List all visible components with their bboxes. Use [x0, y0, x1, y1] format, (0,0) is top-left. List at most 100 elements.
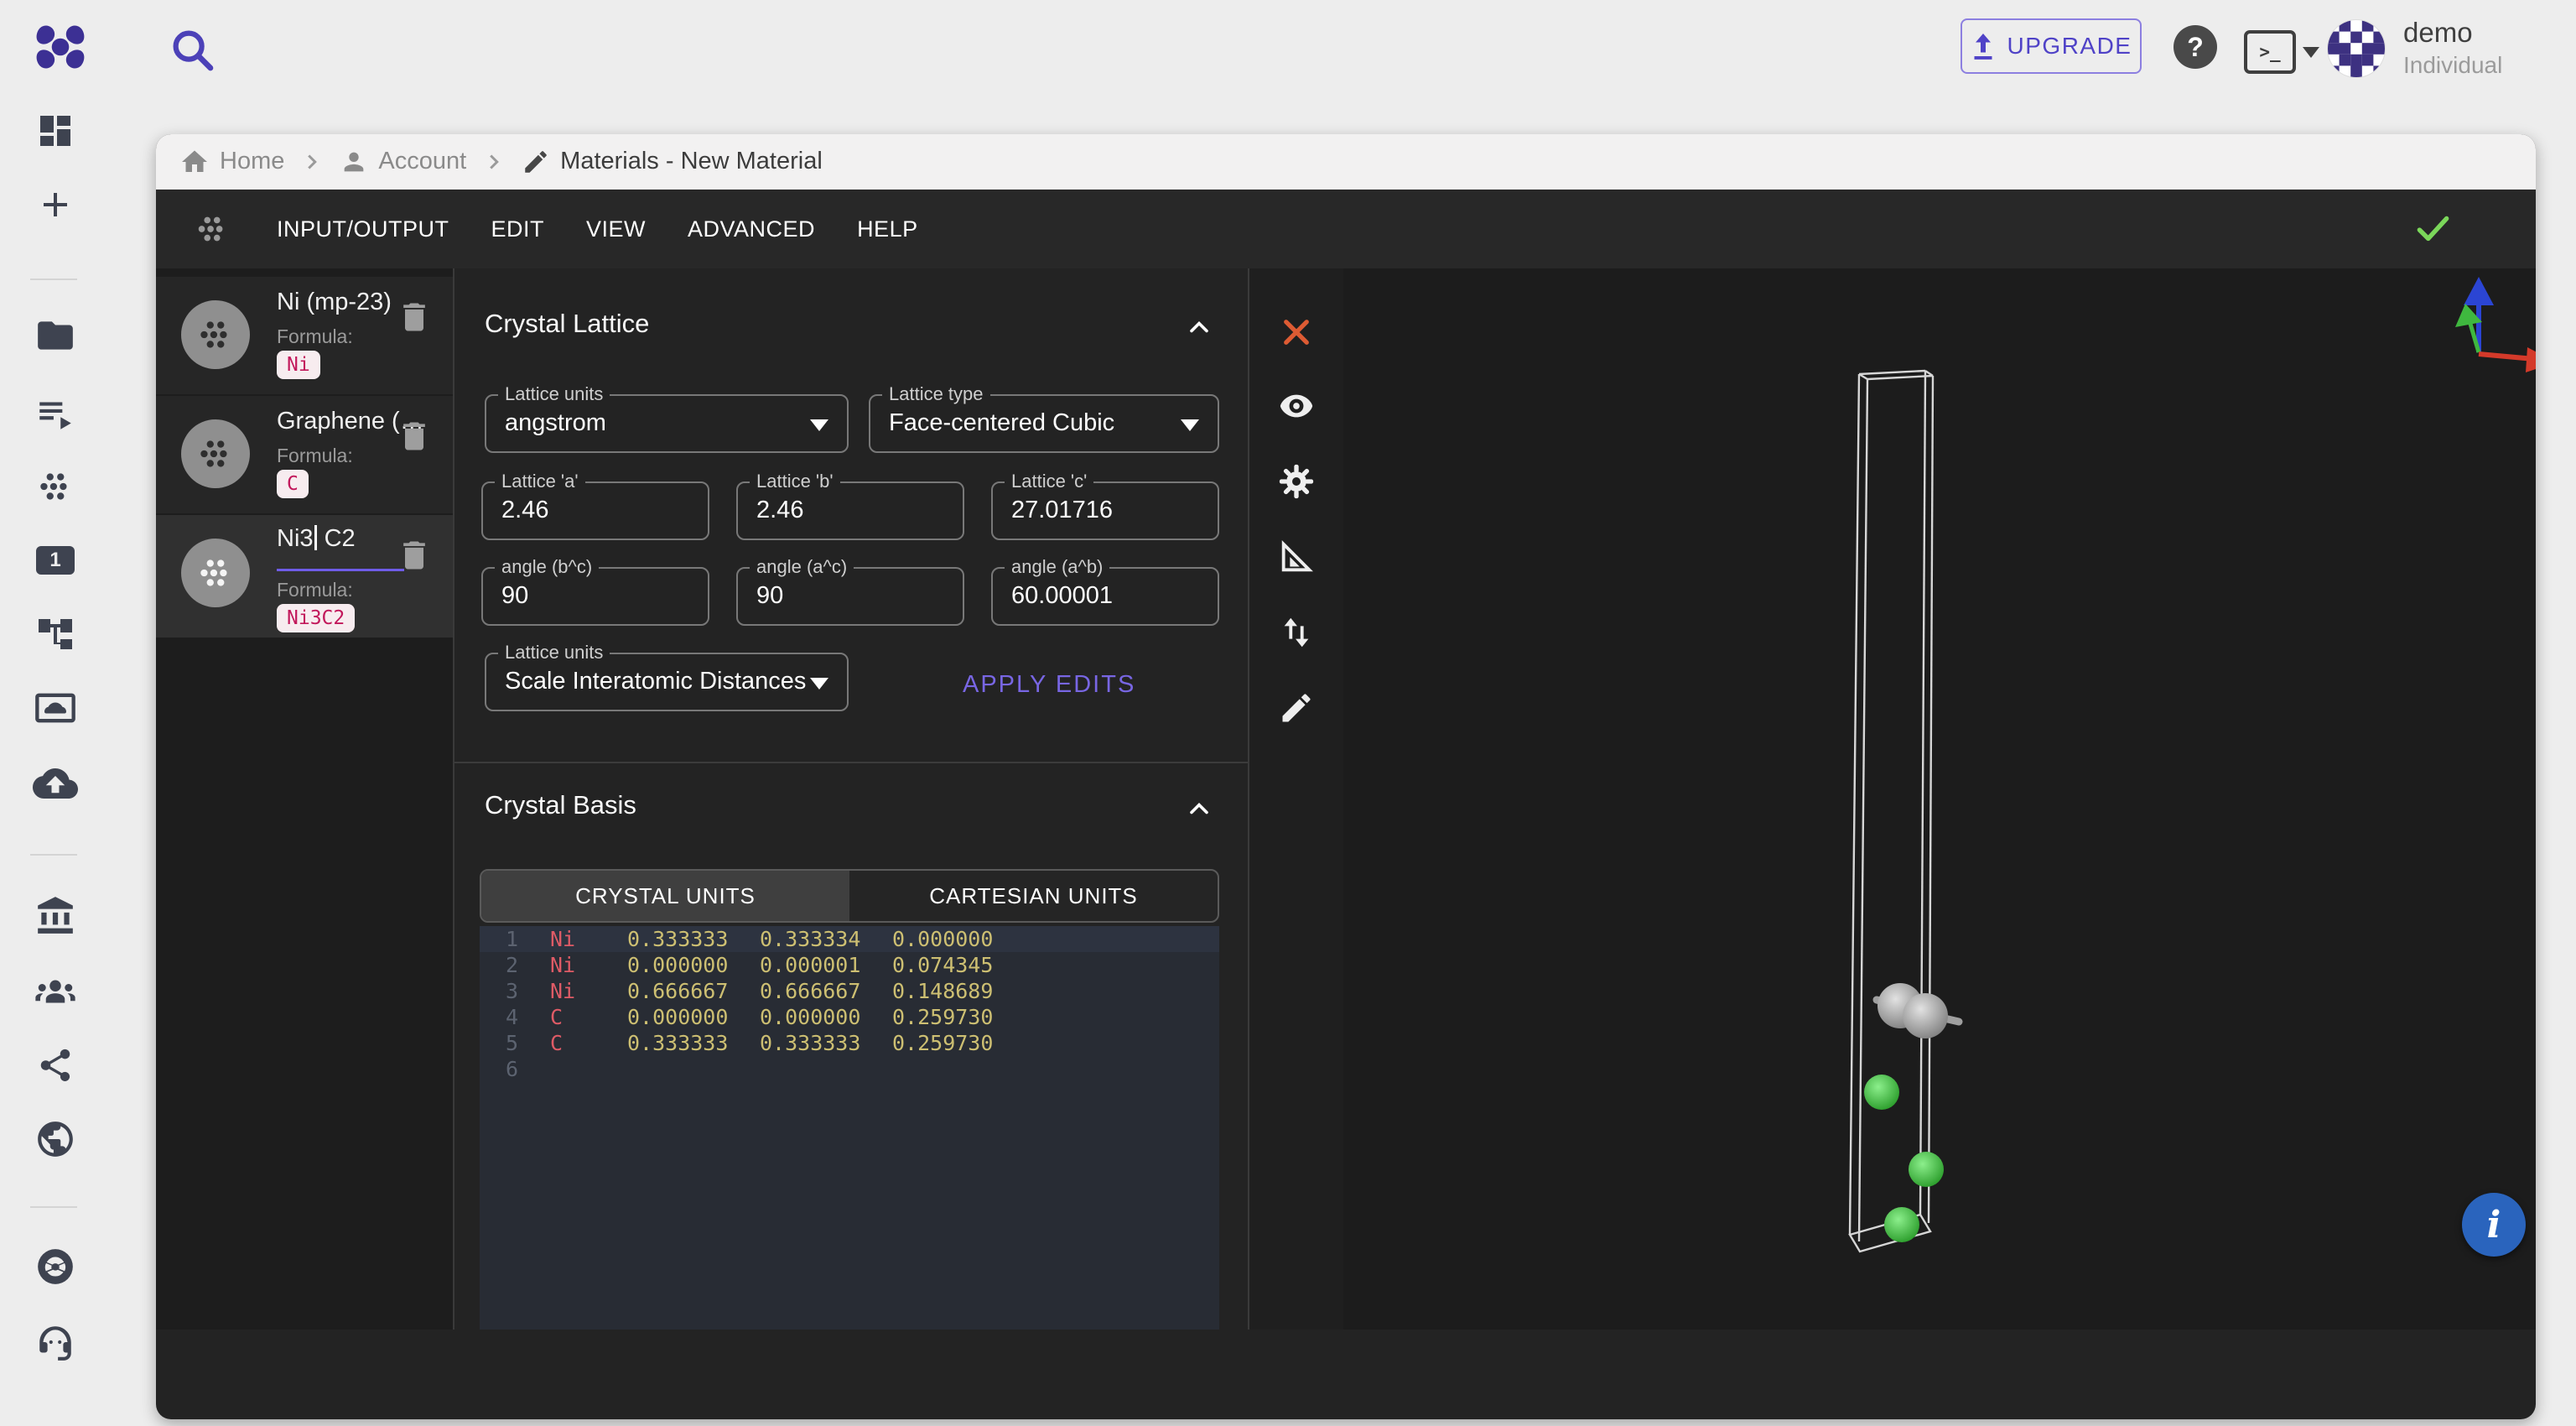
upgrade-button[interactable]: UPGRADE [1961, 18, 2142, 74]
material-formula-label: Formula: [277, 325, 353, 348]
card-one-icon: 1 [36, 546, 75, 575]
material-formula-badge: Ni [277, 351, 320, 379]
breadcrumb-home[interactable]: Home [179, 147, 284, 177]
code-line[interactable]: 4 C 0.000000 0.000000 0.259730 [480, 1004, 1219, 1030]
crystal-scene[interactable] [1249, 268, 2536, 1330]
chevron-right-icon [481, 149, 506, 174]
sidebar-item-new[interactable] [32, 181, 79, 228]
code-line[interactable]: 5 C 0.333333 0.333333 0.259730 [480, 1030, 1219, 1056]
chevron-right-icon [299, 149, 325, 174]
material-formula-badge: Ni3C2 [277, 604, 355, 632]
sidebar-item-dashboard[interactable] [32, 107, 79, 154]
code-line[interactable]: 2 Ni 0.000000 0.000001 0.074345 [480, 952, 1219, 978]
code-line[interactable]: 3 Ni 0.666667 0.666667 0.148689 [480, 978, 1219, 1004]
sidebar-item-contact-support[interactable] [32, 1319, 79, 1366]
bank-icon [34, 895, 76, 937]
delete-icon[interactable] [396, 299, 433, 336]
sidebar-item-jobs[interactable] [32, 389, 79, 436]
headset-icon [34, 1321, 76, 1363]
user-plan: Individual [2403, 52, 2502, 79]
identicon [2328, 20, 2385, 77]
breadcrumb-current: Materials - New Material [522, 148, 823, 176]
help-wheel-icon [34, 1246, 76, 1288]
atom-ni [1864, 1075, 1899, 1110]
help-button[interactable]: ? [2174, 25, 2217, 69]
sidebar-item-team[interactable] [32, 968, 79, 1015]
workflow-tree-icon [35, 614, 75, 654]
sidebar-item-bank[interactable]: 1 [32, 537, 79, 584]
material-name-input[interactable]: Ni3 C2 [277, 525, 356, 553]
text-cursor [314, 525, 317, 550]
angle-ab-input[interactable]: angle (a^b) 60.00001 [991, 567, 1219, 626]
chevron-down-icon [1181, 419, 1199, 431]
info-icon: i [2487, 1204, 2501, 1246]
console-menu-button[interactable]: >_ [2244, 30, 2319, 74]
atom-ni [1884, 1207, 1919, 1242]
menu-view[interactable]: VIEW [584, 210, 647, 249]
atom-c [1903, 993, 1948, 1038]
sidebar-item-web[interactable] [32, 1116, 79, 1163]
apply-edits-button[interactable]: APPLY EDITS [946, 661, 1152, 709]
sidebar-divider [30, 1206, 77, 1208]
delete-icon[interactable] [396, 537, 433, 574]
mat3ra-logo-icon[interactable] [30, 17, 91, 77]
search-icon[interactable] [166, 23, 218, 75]
menu-advanced[interactable]: ADVANCED [686, 210, 817, 249]
save-check-icon[interactable] [2412, 208, 2454, 250]
lattice-a-input[interactable]: Lattice 'a' 2.46 [481, 481, 709, 540]
three-d-viewer[interactable]: i [1249, 268, 2536, 1330]
sidebar-item-organization[interactable] [32, 893, 79, 939]
material-avatar [181, 300, 250, 369]
breadcrumb-home-label: Home [220, 148, 284, 175]
sidebar-item-cloud-upload[interactable] [32, 760, 79, 807]
material-avatar [181, 419, 250, 488]
code-line[interactable]: 1 Ni 0.333333 0.333334 0.000000 [480, 926, 1219, 952]
cell-wireframe [1850, 371, 1933, 1252]
menu-input-output[interactable]: INPUT/OUTPUT [275, 210, 451, 249]
code-line[interactable]: 6 [480, 1056, 1219, 1082]
user-avatar[interactable] [2328, 20, 2385, 77]
editor-card: Home Account Materials - New Material [156, 134, 2536, 1419]
designer-menubar: INPUT/OUTPUT EDIT VIEW ADVANCED HELP [156, 190, 2536, 268]
lattice-units-select[interactable]: Lattice units angstrom [485, 394, 849, 453]
tab-crystal-units[interactable]: CRYSTAL UNITS [481, 871, 849, 921]
chevron-down-icon [810, 678, 828, 690]
section-divider [454, 762, 1248, 763]
angle-ac-input[interactable]: angle (a^c) 90 [736, 567, 964, 626]
dashboard-icon [35, 111, 75, 151]
plus-icon [35, 185, 75, 225]
input-underline [277, 569, 404, 571]
material-item-ni[interactable]: Ni (mp-23) Formula: Ni [156, 277, 453, 394]
material-formula-badge: C [277, 470, 309, 498]
basis-code-editor[interactable]: 1 Ni 0.333333 0.333334 0.000000 2 Ni 0.0… [480, 926, 1219, 1330]
breadcrumb: Home Account Materials - New Material [156, 134, 2536, 190]
tab-cartesian-units[interactable]: CARTESIAN UNITS [849, 871, 1218, 921]
material-item-ni3c2[interactable]: Ni3 C2 Formula: Ni3C2 [156, 515, 453, 638]
scale-distances-select[interactable]: Lattice units Scale Interatomic Distance… [485, 653, 849, 711]
material-item-graphene[interactable]: Graphene (… Formula: C [156, 396, 453, 513]
breadcrumb-account[interactable]: Account [340, 148, 466, 176]
sidebar-item-workflows[interactable] [32, 611, 79, 658]
menu-help[interactable]: HELP [855, 210, 920, 249]
info-button[interactable]: i [2462, 1193, 2526, 1257]
lattice-type-select[interactable]: Lattice type Face-centered Cubic [869, 394, 1219, 453]
sidebar-item-files[interactable] [32, 312, 79, 359]
material-formula-label: Formula: [277, 579, 353, 601]
delete-icon[interactable] [396, 418, 433, 455]
menu-edit[interactable]: EDIT [490, 210, 547, 249]
basis-units-tabs: CRYSTAL UNITS CARTESIAN UNITS [480, 869, 1219, 923]
sidebar-item-support-wheel[interactable] [32, 1243, 79, 1290]
media-card-icon [34, 686, 77, 730]
user-name[interactable]: demo [2403, 17, 2473, 49]
collapse-chevron-icon[interactable] [1184, 794, 1214, 824]
collapse-chevron-icon[interactable] [1184, 312, 1214, 342]
sidebar-item-materials[interactable] [32, 463, 79, 510]
folder-icon [34, 315, 76, 356]
lattice-c-input[interactable]: Lattice 'c' 27.01716 [991, 481, 1219, 540]
sidebar-item-share[interactable] [32, 1042, 79, 1089]
globe-icon [34, 1118, 76, 1160]
sidebar-item-media[interactable] [32, 684, 79, 731]
lattice-b-input[interactable]: Lattice 'b' 2.46 [736, 481, 964, 540]
pencil-icon [522, 148, 550, 176]
angle-bc-input[interactable]: angle (b^c) 90 [481, 567, 709, 626]
